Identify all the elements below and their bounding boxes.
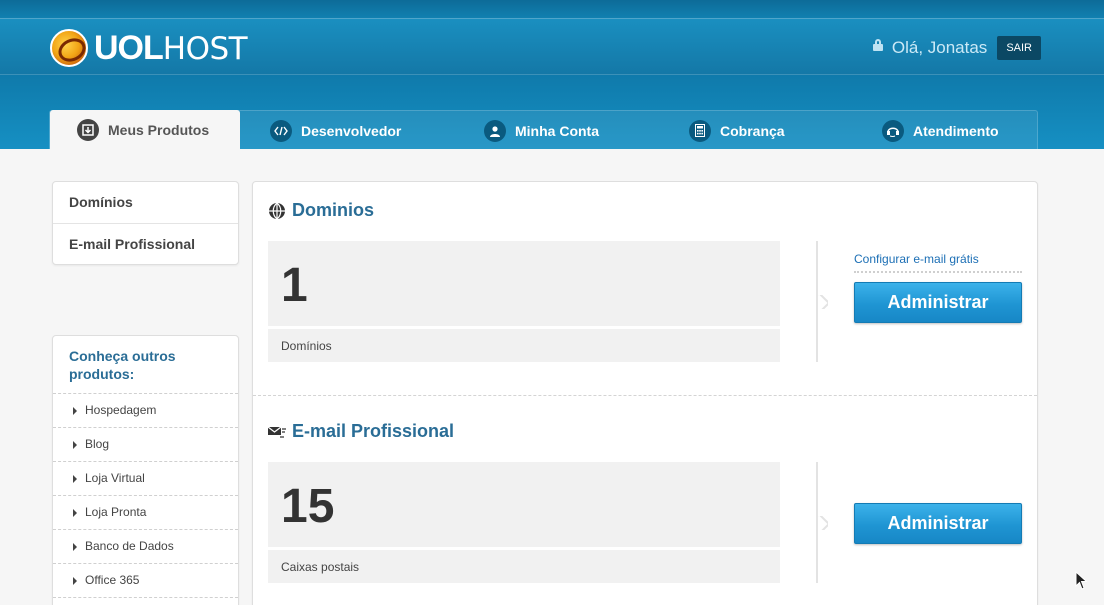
configure-free-email-link[interactable]: Configurar e-mail grátis [854,252,1022,273]
logo-text: UOLHOST [94,28,248,67]
calculator-icon [689,119,711,142]
tab-label: Desenvolvedor [301,122,402,139]
product-label: Loja Virtual [85,471,145,485]
section-separator [253,395,1037,396]
mailboxes-count: 15 [268,462,780,547]
tab-minha-conta[interactable]: Minha Conta [484,111,599,149]
section-title-email: E-mail Profissional [268,421,454,442]
other-products-panel: Conheça outros produtos: Hospedagem Blog… [52,335,239,605]
tab-label: Atendimento [913,122,999,139]
domains-count: 1 [268,241,780,326]
uol-logo-icon [50,29,88,67]
sidebar-item-email-profissional[interactable]: E-mail Profissional [53,223,238,264]
product-label: Blog [85,437,110,451]
product-link-blog[interactable]: Blog [53,428,238,462]
administrar-email-button[interactable]: Administrar [854,503,1022,544]
product-label: Loja Pronta [85,505,147,519]
sidebar-item-dominios[interactable]: Domínios [53,182,238,223]
uol-host-logo[interactable]: UOLHOST [50,28,248,68]
caret-right-icon [73,474,77,483]
product-label: Office 365 [85,573,140,587]
product-link-banco-de-dados[interactable]: Banco de Dados [53,530,238,564]
caret-right-icon [73,508,77,517]
tab-label: Minha Conta [515,122,599,139]
tab-label: Cobrança [720,122,785,139]
product-link-loja-pronta[interactable]: Loja Pronta [53,496,238,530]
download-box-icon [77,119,99,141]
tab-meus-produtos[interactable]: Meus Produtos [50,110,240,149]
section-divider [816,241,822,362]
user-greeting: Olá, Jonatas [891,38,988,57]
header-divider [0,18,1104,19]
caret-right-icon [73,406,77,415]
chevron-right-icon [818,516,828,530]
tab-cobranca[interactable]: Cobrança [689,111,785,149]
headset-icon [882,119,904,142]
lock-icon [872,39,883,51]
domains-count-label: Domínios [268,329,780,362]
header-divider [0,74,1104,75]
section-title-text: E-mail Profissional [292,421,455,441]
administrar-domains-button[interactable]: Administrar [854,282,1022,323]
product-link-hospedagem[interactable]: Hospedagem [53,394,238,428]
caret-right-icon [73,440,77,449]
globe-icon [268,202,286,220]
logout-button[interactable]: SAIR [997,36,1041,60]
other-products-title: Conheça outros produtos: [53,336,238,394]
tab-desenvolvedor[interactable]: Desenvolvedor [270,111,401,149]
section-divider [816,462,822,583]
mailboxes-count-label: Caixas postais [268,550,780,583]
tab-atendimento[interactable]: Atendimento [882,111,999,149]
product-label: Banco de Dados [85,539,174,553]
user-icon [484,119,506,142]
caret-right-icon [73,542,77,551]
mail-icon [268,423,286,441]
sidebar-nav: Domínios E-mail Profissional [52,181,239,265]
section-title-dominios: Dominios [268,200,374,221]
code-icon [270,119,292,142]
section-title-text: Dominios [292,200,375,220]
domains-stat: 1 Domínios [268,241,780,362]
user-box: Olá, Jonatas SAIR [872,36,1041,60]
main-nav-tabs: Meus Produtos Desenvolvedor Minha Conta … [49,110,1038,149]
caret-right-icon [73,576,77,585]
chevron-right-icon [818,295,828,309]
product-label: Hospedagem [85,403,157,417]
product-link-office-365[interactable]: Office 365 [53,564,238,598]
product-link-loja-virtual[interactable]: Loja Virtual [53,462,238,496]
tab-label: Meus Produtos [108,122,210,138]
header: UOLHOST Olá, Jonatas SAIR Meus Produtos … [0,0,1104,149]
mailboxes-stat: 15 Caixas postais [268,462,780,583]
products-panel: Dominios 1 Domínios Configurar e-mail gr… [252,181,1038,605]
